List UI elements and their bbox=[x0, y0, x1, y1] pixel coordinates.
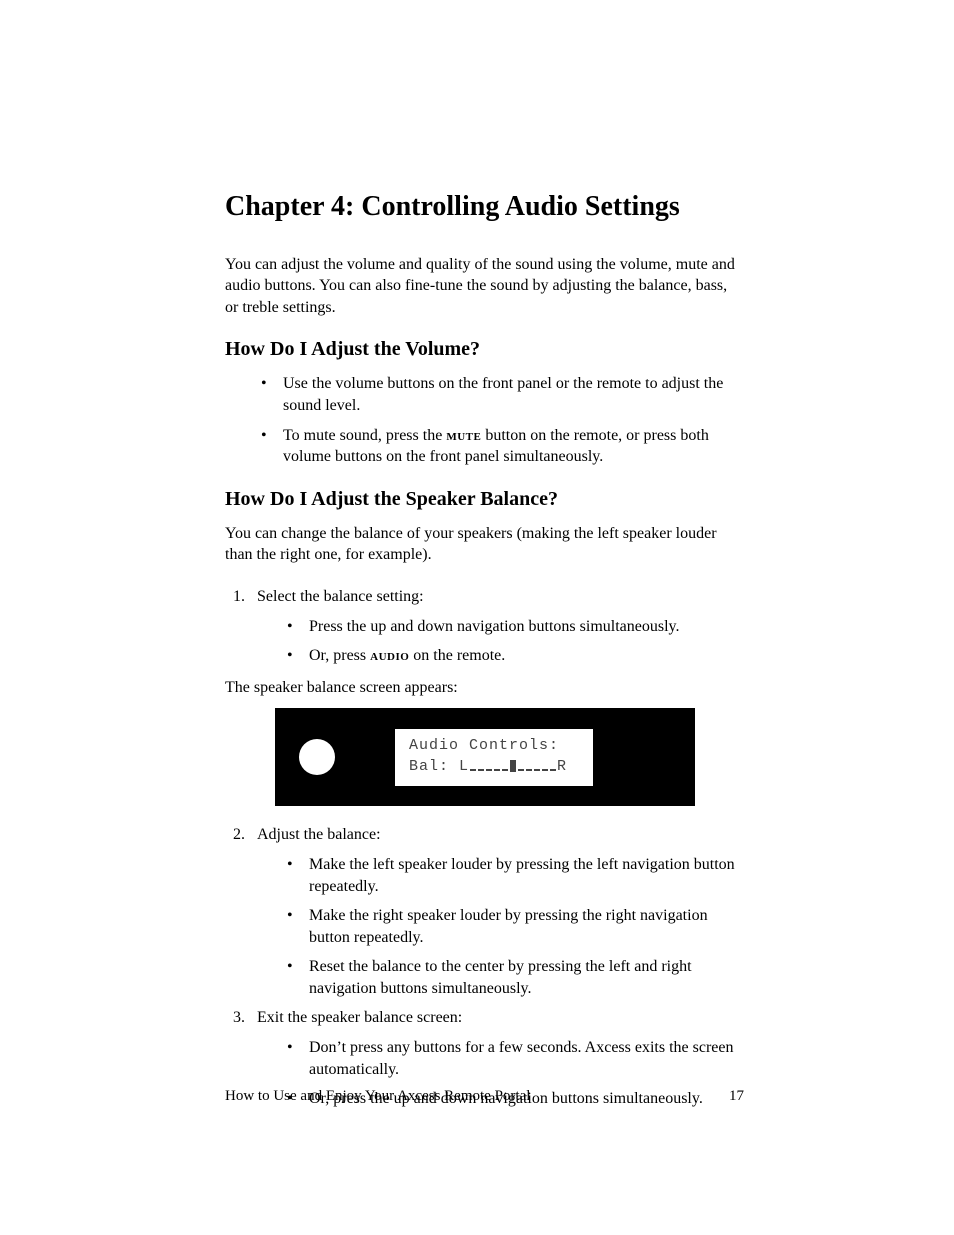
sub-bullet-list: Press the up and down navigation buttons… bbox=[257, 616, 744, 667]
sub-bullet-list: Make the left speaker louder by pressing… bbox=[257, 854, 744, 1000]
section-heading-balance: How Do I Adjust the Speaker Balance? bbox=[225, 488, 744, 511]
knob-icon bbox=[299, 739, 335, 775]
list-item: Reset the balance to the center by press… bbox=[309, 956, 744, 999]
balance-intro-paragraph: You can change the balance of your speak… bbox=[225, 523, 744, 566]
balance-tick-icon bbox=[494, 769, 500, 771]
balance-steps-list-cont: Adjust the balance: Make the left speake… bbox=[225, 824, 744, 1110]
text-fragment: Or, press bbox=[309, 647, 370, 664]
list-item: Don’t press any buttons for a few second… bbox=[309, 1037, 744, 1080]
key-label-audio: audio bbox=[370, 647, 409, 664]
chapter-title: Chapter 4: Controlling Audio Settings bbox=[225, 190, 744, 224]
screen-caption: The speaker balance screen appears: bbox=[225, 677, 744, 699]
list-item: Make the right speaker louder by pressin… bbox=[309, 905, 744, 948]
step-text: Exit the speaker balance screen: bbox=[257, 1009, 462, 1026]
lcd-bal-prefix: Bal: L bbox=[409, 758, 469, 775]
page-footer: How to Use and Enjoy Your Axcess Remote … bbox=[225, 1088, 744, 1105]
step-item: Select the balance setting: Press the up… bbox=[249, 586, 744, 667]
key-label-mute: mute bbox=[446, 427, 481, 444]
list-item: Use the volume buttons on the front pane… bbox=[283, 373, 744, 416]
balance-tick-icon bbox=[486, 769, 492, 771]
balance-tick-icon bbox=[478, 769, 484, 771]
balance-marker-icon bbox=[510, 760, 516, 772]
lcd-screen: Audio Controls: Bal: L R bbox=[395, 729, 593, 787]
step-item: Adjust the balance: Make the left speake… bbox=[249, 824, 744, 999]
text-fragment: on the remote. bbox=[409, 647, 505, 664]
lcd-line-2: Bal: L R bbox=[409, 756, 579, 778]
balance-tick-icon bbox=[526, 769, 532, 771]
list-item: Press the up and down navigation buttons… bbox=[309, 616, 744, 638]
volume-bullet-list: Use the volume buttons on the front pane… bbox=[225, 373, 744, 467]
balance-tick-icon bbox=[542, 769, 548, 771]
intro-paragraph: You can adjust the volume and quality of… bbox=[225, 254, 744, 319]
step-text: Select the balance setting: bbox=[257, 588, 424, 605]
document-page: Chapter 4: Controlling Audio Settings Yo… bbox=[0, 0, 954, 1235]
lcd-panel-illustration: Audio Controls: Bal: L R bbox=[275, 708, 695, 806]
balance-tick-icon bbox=[502, 769, 508, 771]
list-item: To mute sound, press the mute button on … bbox=[283, 425, 744, 468]
balance-tick-icon bbox=[550, 769, 556, 771]
lcd-bal-suffix: R bbox=[557, 758, 567, 775]
lcd-line-1: Audio Controls: bbox=[409, 735, 579, 757]
balance-tick-icon bbox=[470, 769, 476, 771]
footer-title: How to Use and Enjoy Your Axcess Remote … bbox=[225, 1088, 530, 1105]
list-item: Or, press audio on the remote. bbox=[309, 645, 744, 667]
list-item: Make the left speaker louder by pressing… bbox=[309, 854, 744, 897]
balance-steps-list: Select the balance setting: Press the up… bbox=[225, 586, 744, 667]
page-number: 17 bbox=[729, 1088, 744, 1105]
section-heading-volume: How Do I Adjust the Volume? bbox=[225, 338, 744, 361]
balance-tick-icon bbox=[534, 769, 540, 771]
balance-tick-icon bbox=[518, 769, 524, 771]
step-text: Adjust the balance: bbox=[257, 826, 381, 843]
text-fragment: To mute sound, press the bbox=[283, 427, 446, 444]
